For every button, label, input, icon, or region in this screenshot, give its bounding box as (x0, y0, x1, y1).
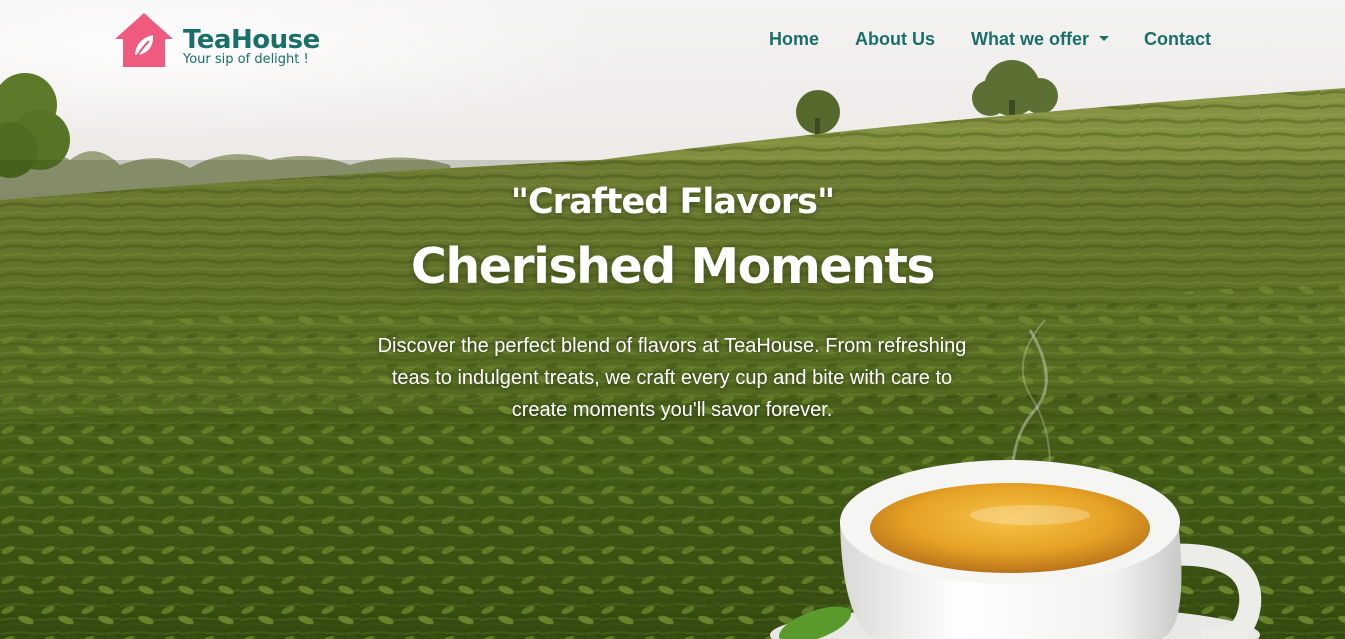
nav-home-label: Home (769, 29, 820, 49)
nav-contact-link[interactable]: Contact (1144, 29, 1211, 50)
nav-offer-label: What we offer (971, 29, 1090, 49)
hero-section: TeaHouse Your sip of delight ! Home Abou… (0, 0, 1345, 639)
hero-description: Discover the perfect blend of flavors at… (377, 335, 967, 421)
main-navigation: Home About Us What we offer Contact (0, 29, 1345, 53)
caret-down-icon (1099, 35, 1110, 41)
hero-title: Cherished Moments (410, 238, 936, 295)
nav-about-link[interactable]: About Us (855, 29, 935, 50)
hero-subtitle: "Crafted Flavors" (510, 182, 835, 222)
nav-about-label: About Us (855, 29, 935, 49)
brand-tagline: Your sip of delight ! (183, 52, 309, 67)
nav-home-link[interactable]: Home (769, 29, 819, 50)
nav-what-we-offer-dropdown[interactable]: What we offer (971, 29, 1110, 50)
nav-contact-label: Contact (1144, 29, 1211, 49)
